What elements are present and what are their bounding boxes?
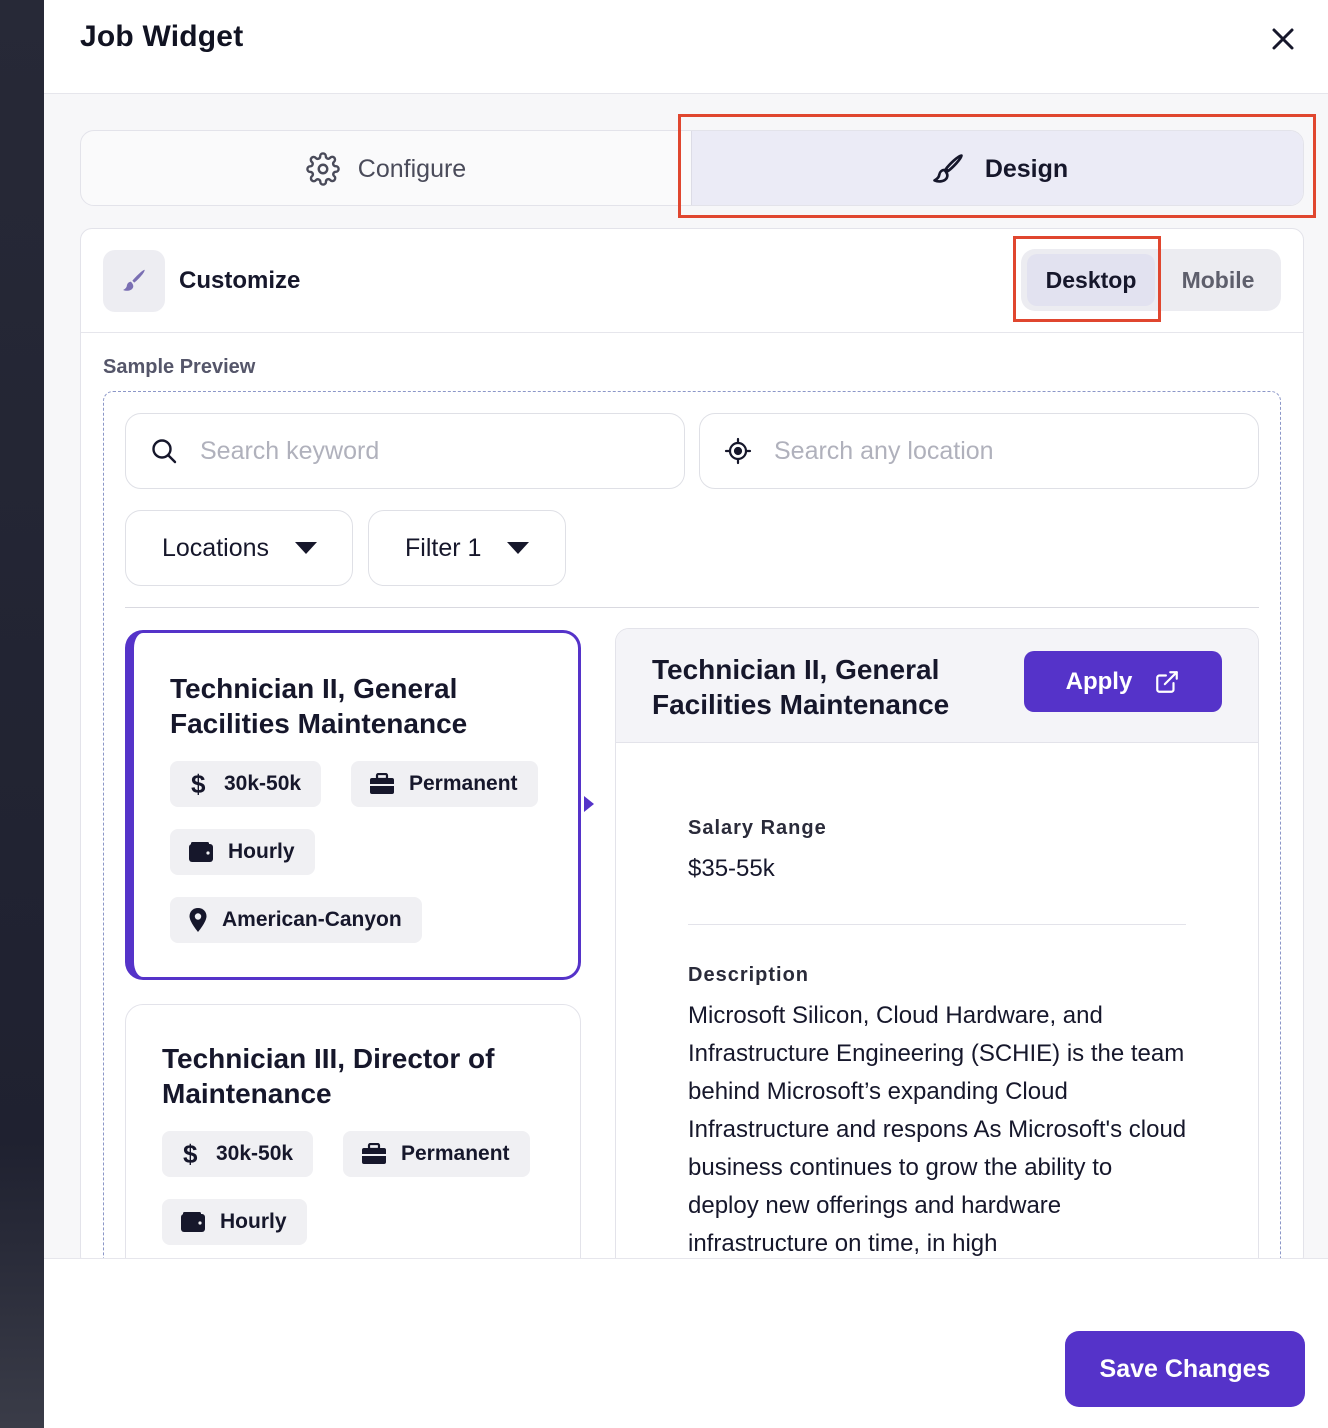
- job-title: Technician III, Director of Maintenance: [162, 1043, 495, 1109]
- salary-chip: $ 30k-50k: [170, 761, 322, 807]
- job-type-value: Permanent: [409, 772, 518, 795]
- dialog-footer: Save Changes: [44, 1258, 1328, 1428]
- customize-card: Customize Desktop Mobile Sample Preview …: [80, 228, 1304, 1268]
- job-title: Technician II, General Facilities Mainte…: [170, 673, 468, 739]
- tab-configure-label: Configure: [357, 154, 467, 183]
- apply-label: Apply: [1065, 667, 1133, 695]
- save-changes-button[interactable]: Save Changes: [1065, 1331, 1305, 1407]
- pay-value: Hourly: [220, 1210, 287, 1233]
- job-detail-panel: Technician II, General Facilities Mainte…: [615, 628, 1259, 1267]
- caret-down-icon: [295, 542, 318, 554]
- sample-preview-label: Sample Preview: [103, 356, 256, 378]
- search-location-input[interactable]: Search any location: [699, 413, 1259, 489]
- description-text: Microsoft Silicon, Cloud Hardware, and I…: [688, 1002, 1187, 1257]
- job-card-selected[interactable]: Technician II, General Facilities Mainte…: [125, 630, 581, 980]
- search-keyword-input[interactable]: Search keyword: [125, 413, 685, 489]
- wallet-icon: [181, 1212, 205, 1232]
- wallet-icon: [189, 842, 213, 862]
- sample-preview: Search keyword Search any location Locat…: [103, 391, 1281, 1267]
- selected-indicator-arrow: [584, 796, 594, 812]
- filter-1-dropdown[interactable]: Filter 1: [368, 510, 566, 586]
- job-card[interactable]: Technician III, Director of Maintenance …: [125, 1004, 581, 1267]
- tab-design-label: Design: [984, 154, 1069, 183]
- filter-1-dropdown-label: Filter 1: [405, 533, 482, 562]
- page-backdrop: [0, 0, 44, 1428]
- location-value: American-Canyon: [222, 908, 402, 931]
- pay-chip: Hourly: [170, 829, 315, 875]
- paintbrush-icon: [933, 154, 963, 183]
- pay-chip: Hourly: [162, 1199, 307, 1245]
- locations-dropdown[interactable]: Locations: [125, 510, 353, 586]
- search-keyword-placeholder: Search keyword: [200, 436, 380, 465]
- caret-down-icon: [507, 542, 530, 554]
- customize-header: Customize Desktop Mobile: [81, 229, 1303, 333]
- salary-range-value: $35-55k: [688, 855, 775, 882]
- job-widget-dialog: Job Widget Configure Design Customize De…: [44, 0, 1328, 1428]
- detail-divider: [688, 924, 1186, 925]
- desktop-option[interactable]: Desktop: [1027, 254, 1155, 306]
- crosshair-icon: [724, 437, 752, 465]
- search-location-placeholder: Search any location: [774, 436, 994, 465]
- job-detail-title: Technician II, General Facilities Mainte…: [652, 654, 950, 720]
- external-link-icon: [1156, 670, 1179, 693]
- job-type-value: Permanent: [401, 1142, 510, 1165]
- dialog-body: Configure Design Customize Desktop Mobil…: [44, 94, 1328, 1268]
- job-detail-header: Technician II, General Facilities Mainte…: [616, 629, 1258, 743]
- tab-design[interactable]: Design: [691, 131, 1303, 205]
- dialog-title: Job Widget: [80, 20, 244, 53]
- locations-dropdown-label: Locations: [162, 533, 270, 562]
- close-icon[interactable]: [1266, 22, 1300, 56]
- view-toggle: Desktop Mobile: [1021, 249, 1281, 311]
- tab-bar: Configure Design: [80, 130, 1304, 206]
- dialog-header: Job Widget: [44, 0, 1328, 94]
- tab-configure[interactable]: Configure: [81, 131, 691, 205]
- svg-text:$: $: [183, 1141, 198, 1167]
- salary-chip: $ 30k-50k: [162, 1131, 314, 1177]
- location-chip: American-Canyon: [170, 897, 422, 943]
- filters-divider: [125, 607, 1259, 608]
- salary-value: 30k-50k: [224, 772, 302, 795]
- mobile-option[interactable]: Mobile: [1159, 254, 1277, 306]
- salary-value: 30k-50k: [216, 1142, 294, 1165]
- job-type-chip: Permanent: [343, 1131, 530, 1177]
- gear-icon: [306, 152, 340, 186]
- apply-button[interactable]: Apply: [1024, 651, 1222, 712]
- description-label: Description: [688, 964, 810, 986]
- briefcase-icon: [362, 1143, 386, 1164]
- dollar-icon: $: [183, 1141, 198, 1167]
- paintbrush-icon: [103, 250, 165, 312]
- svg-text:$: $: [191, 771, 206, 797]
- salary-range-label: Salary Range: [688, 817, 827, 839]
- briefcase-icon: [370, 773, 394, 794]
- search-icon: [152, 439, 177, 464]
- customize-label: Customize: [179, 267, 301, 294]
- location-pin-icon: [189, 908, 207, 932]
- dollar-icon: $: [191, 771, 206, 797]
- pay-value: Hourly: [228, 840, 295, 863]
- job-type-chip: Permanent: [351, 761, 538, 807]
